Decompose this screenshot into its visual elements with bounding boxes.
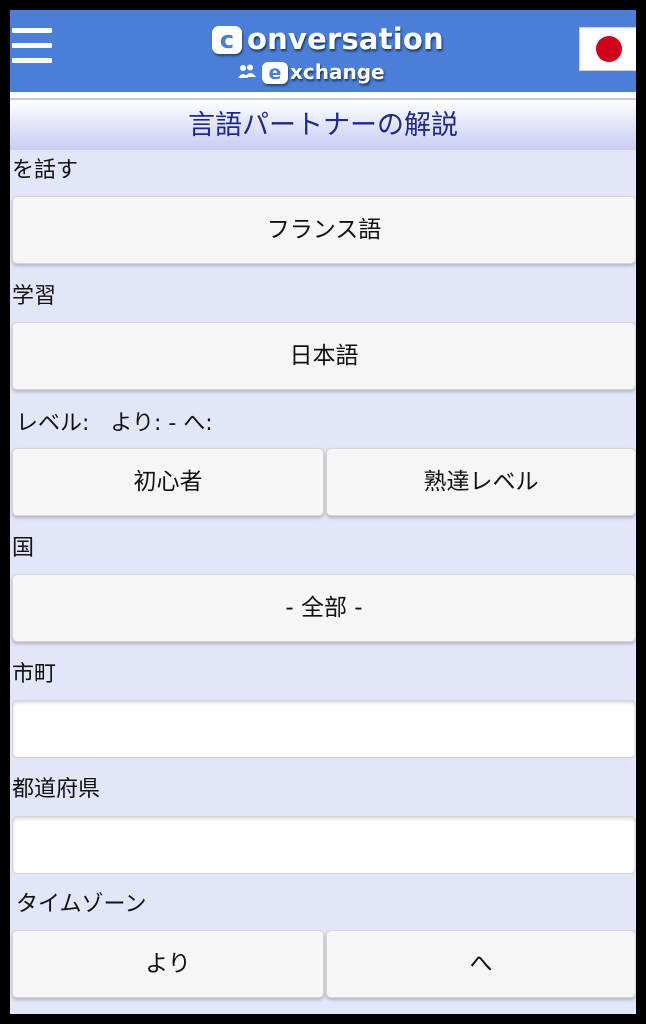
timezone-to-select[interactable]: へ xyxy=(326,930,636,998)
level-to-select[interactable]: 熟達レベル xyxy=(326,448,636,516)
logo-top-text: onversation xyxy=(247,22,444,56)
country-label: 国 xyxy=(12,536,35,561)
conversation-exchange-logo[interactable]: c onversation e xchange xyxy=(210,20,444,86)
speaks-label: を話す xyxy=(12,158,79,183)
learning-label: 学習 xyxy=(12,284,57,309)
prefecture-label: 都道府県 xyxy=(12,777,101,802)
country-select[interactable]: - 全部 - xyxy=(12,574,636,642)
learning-language-select[interactable]: 日本語 xyxy=(12,322,636,390)
hamburger-menu-icon[interactable] xyxy=(12,28,52,68)
city-input[interactable] xyxy=(12,700,636,758)
header-divider xyxy=(10,92,636,100)
people-icon xyxy=(238,64,256,78)
logo-c-badge: c xyxy=(212,26,242,54)
page-title: 言語パートナーの解説 xyxy=(10,100,636,150)
speaks-language-select[interactable]: フランス語 xyxy=(12,196,636,264)
logo-bottom-text: xchange xyxy=(290,60,385,84)
level-label: レベル: より: - へ: xyxy=(16,411,213,436)
level-from-select[interactable]: 初心者 xyxy=(12,448,324,516)
prefecture-input[interactable] xyxy=(12,816,636,874)
flag-red-circle xyxy=(596,36,622,62)
header-bar: c onversation e xchange xyxy=(10,10,636,92)
app-frame: c onversation e xchange 言語パートナーの解説 を話す フ… xyxy=(10,10,636,1014)
japan-flag-icon[interactable] xyxy=(579,27,636,71)
timezone-from-select[interactable]: より xyxy=(12,930,324,998)
city-label: 市町 xyxy=(12,662,57,687)
timezone-label: タイムゾーン xyxy=(16,892,147,917)
logo-e-badge: e xyxy=(262,62,288,84)
